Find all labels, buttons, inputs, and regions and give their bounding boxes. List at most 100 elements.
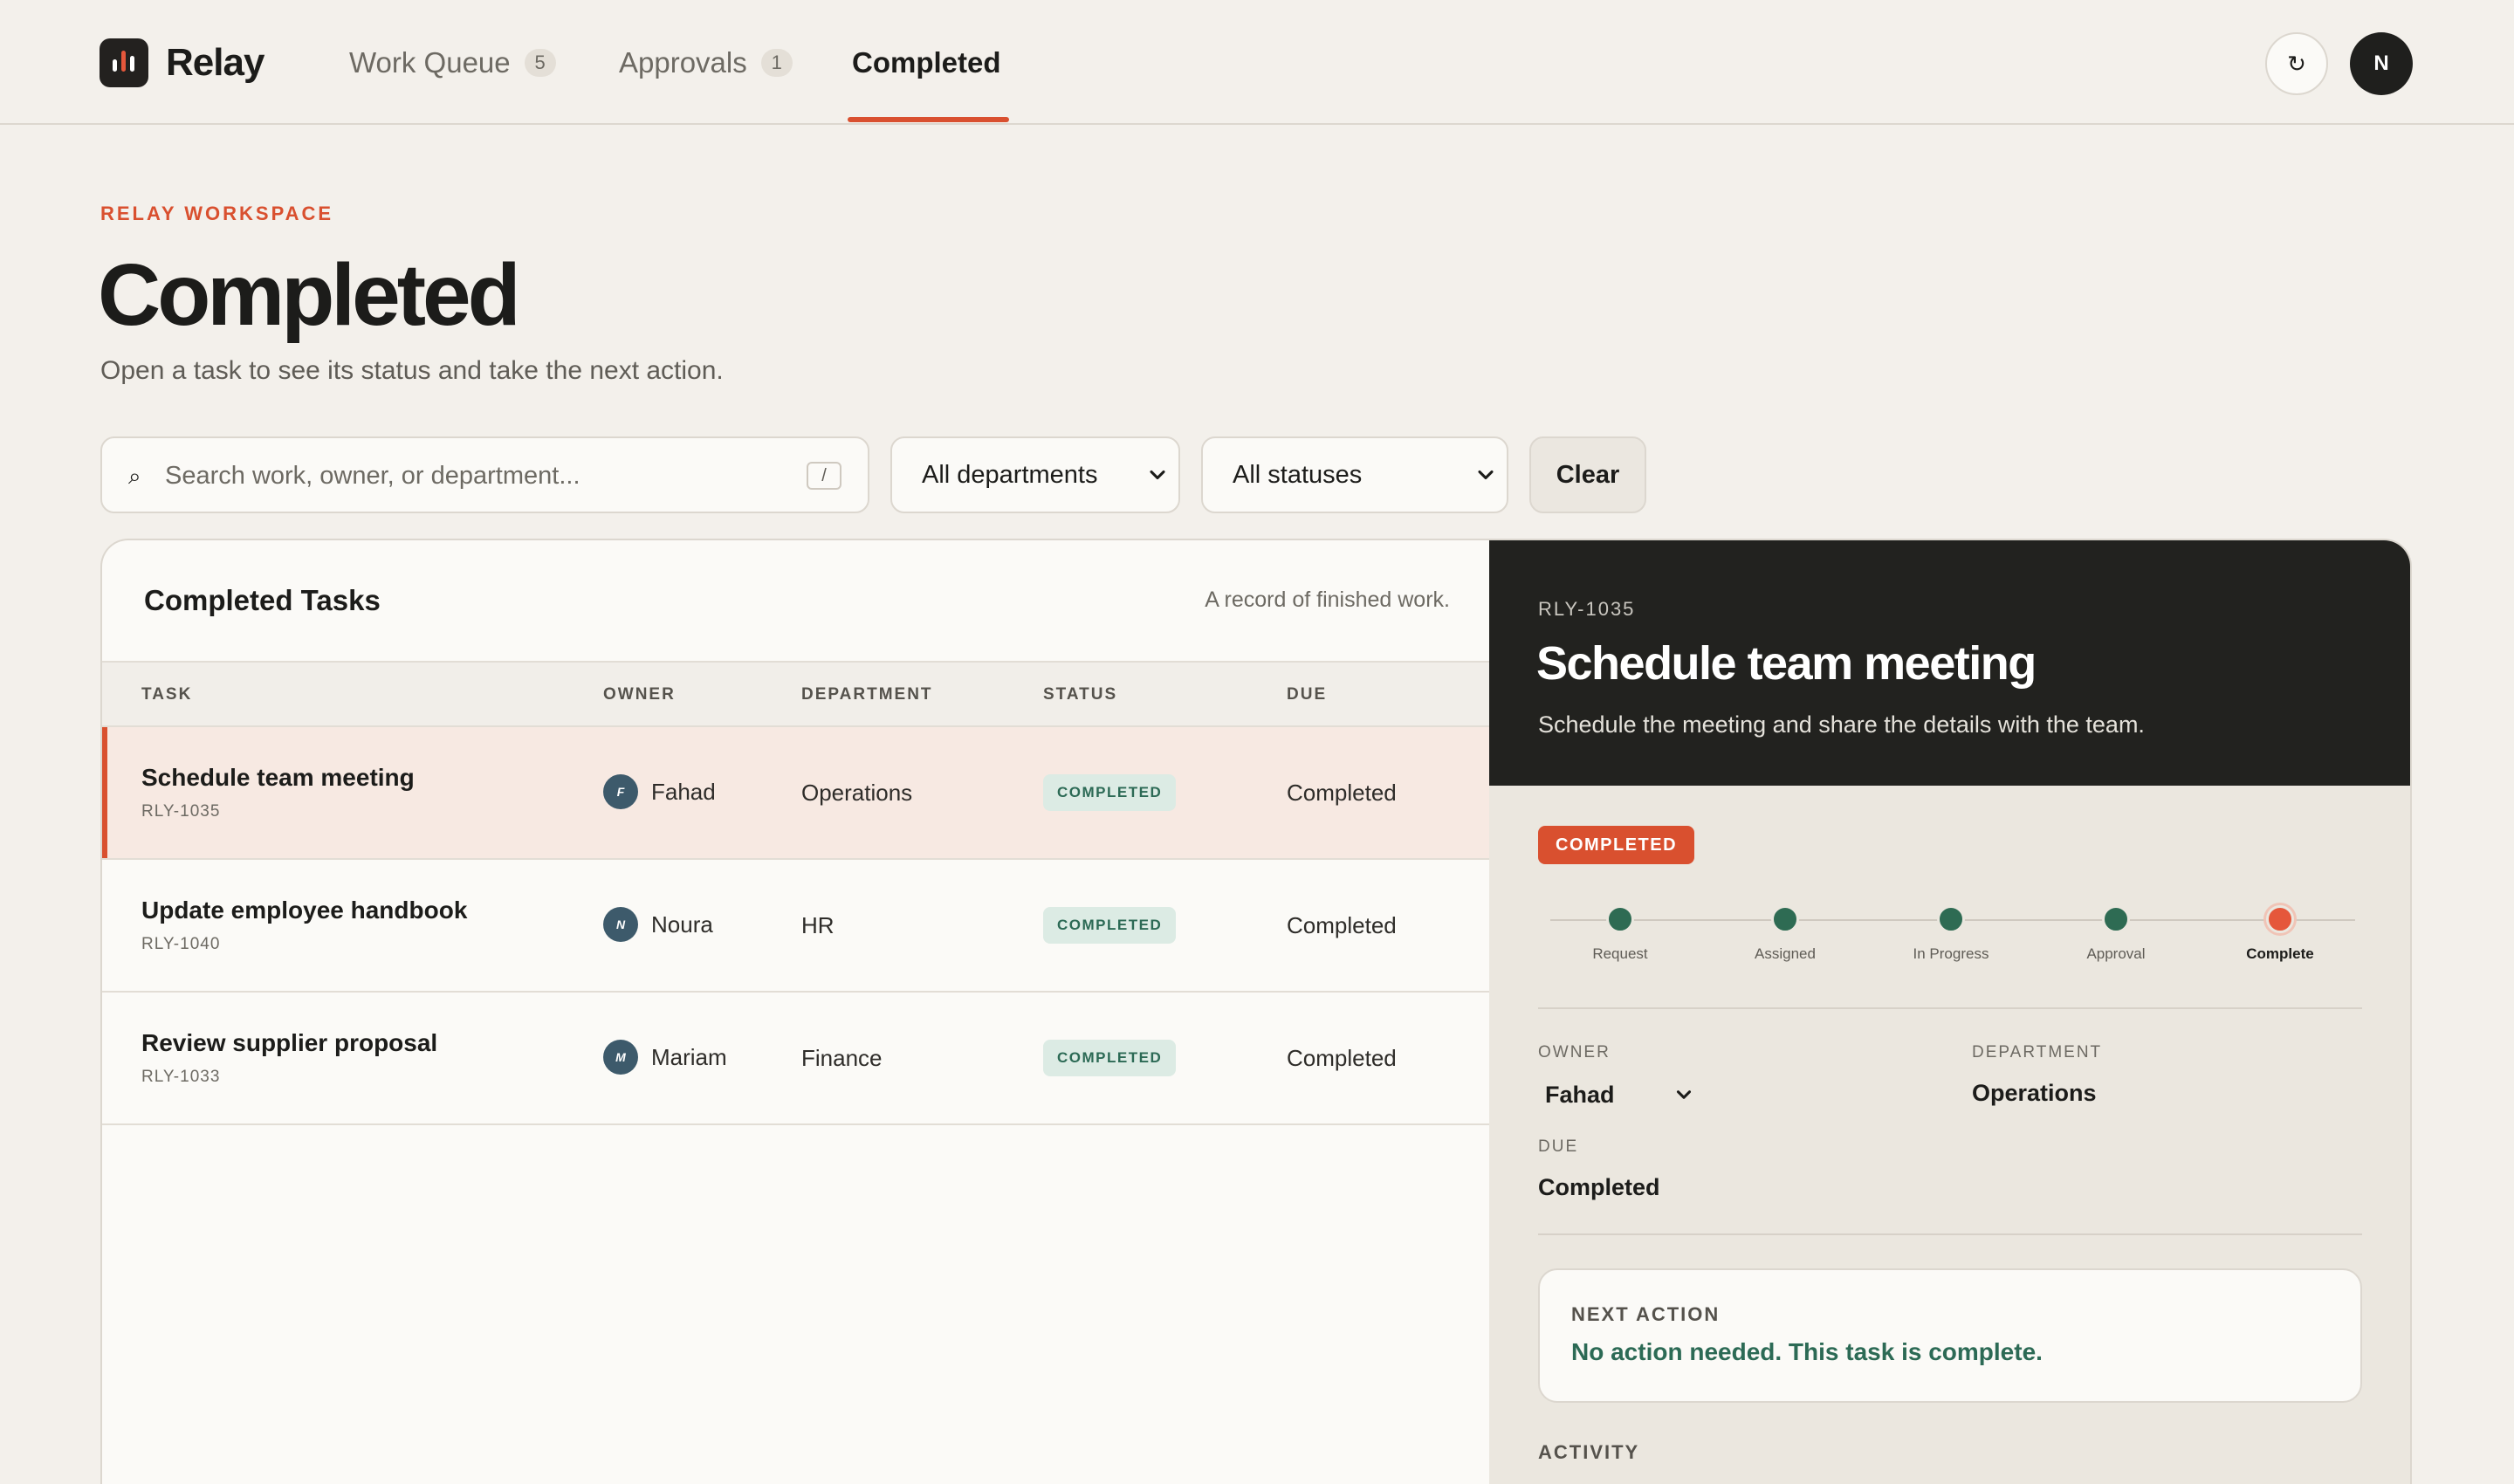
next-action-label: NEXT ACTION (1571, 1303, 1721, 1325)
chevron-down-icon (1150, 470, 1165, 480)
owner-cell: F Fahad (603, 774, 716, 809)
tab-label: Completed (852, 45, 1001, 79)
department-filter-select[interactable]: All departments (890, 436, 1180, 513)
due-label: DUE (1538, 1137, 1579, 1156)
progress-step-complete: Complete (2193, 905, 2367, 963)
task-name: Update employee handbook (141, 897, 468, 924)
top-nav: Relay Work Queue 5 Approvals 1 Completed… (0, 0, 2514, 125)
avatar: N (603, 907, 638, 942)
due-value: Completed (1538, 1174, 1660, 1200)
column-header-owner[interactable]: OWNER (603, 685, 676, 704)
step-label: Approval (2086, 945, 2146, 962)
progress-step-assigned: Assigned (1698, 905, 1872, 963)
avatar: M (603, 1040, 638, 1075)
detail-description: Schedule the meeting and share the detai… (1538, 711, 2145, 738)
tab-approvals[interactable]: Approvals 1 (619, 0, 793, 125)
search-icon: ⌕ (128, 463, 141, 489)
clear-filters-button[interactable]: Clear (1529, 436, 1646, 513)
table-header: TASK OWNER DEPARTMENT STATUS DUE (102, 661, 1490, 727)
task-name: Schedule team meeting (141, 764, 415, 791)
department-cell: HR (801, 912, 835, 938)
chevron-down-icon (1478, 470, 1494, 480)
next-action-card: NEXT ACTION No action needed. This task … (1538, 1268, 2362, 1403)
due-cell: Completed (1287, 1045, 1397, 1071)
task-id: RLY-1040 (141, 935, 221, 953)
step-current-dot-icon (2266, 905, 2294, 933)
column-header-status[interactable]: STATUS (1043, 685, 1117, 704)
department-cell: Finance (801, 1045, 883, 1071)
detail-title: Schedule team meeting (1536, 637, 2037, 690)
status-badge: COMPLETED (1043, 907, 1177, 944)
search-bar[interactable]: ⌕ / (100, 436, 869, 513)
next-action-text: No action needed. This task is complete. (1571, 1338, 2043, 1365)
search-input[interactable] (165, 454, 776, 498)
table-row[interactable]: Review supplier proposal RLY-1033 M Mari… (102, 993, 1490, 1125)
status-badge: COMPLETED (1538, 826, 1695, 864)
workspace-eyebrow: RELAY WORKSPACE (100, 203, 334, 224)
due-cell: Completed (1287, 912, 1397, 938)
detail-task-id: RLY-1035 (1538, 598, 1636, 620)
page-subtitle: Open a task to see its status and take t… (100, 356, 724, 385)
table-row[interactable]: Schedule team meeting RLY-1035 F Fahad O… (102, 727, 1490, 860)
column-header-task[interactable]: TASK (141, 685, 192, 704)
task-name: Review supplier proposal (141, 1029, 438, 1056)
department-filter-value: All departments (922, 460, 1098, 489)
column-header-due[interactable]: DUE (1287, 685, 1327, 704)
active-tab-indicator (848, 117, 1009, 122)
status-filter-value: All statuses (1233, 460, 1363, 489)
step-label: Request (1592, 945, 1648, 962)
divider (1538, 1007, 2362, 1009)
step-label: In Progress (1913, 945, 1989, 962)
divider (1538, 1233, 2362, 1235)
table-row[interactable]: Update employee handbook RLY-1040 N Nour… (102, 860, 1490, 993)
tab-count-badge: 1 (760, 48, 793, 77)
step-complete-dot-icon (1937, 905, 1965, 933)
owner-select-value: Fahad (1545, 1081, 1615, 1108)
brand-name[interactable]: Relay (166, 38, 264, 87)
list-subtitle: A record of finished work. (1205, 587, 1450, 612)
column-header-department[interactable]: DEPARTMENT (801, 685, 933, 704)
completed-tasks-panel: Completed Tasks A record of finished wor… (100, 539, 1490, 1484)
relay-logo-icon[interactable] (100, 38, 148, 87)
user-avatar[interactable]: N (2350, 32, 2413, 95)
progress-step-request: Request (1533, 905, 1707, 963)
avatar: F (603, 774, 638, 809)
step-complete-dot-icon (1606, 905, 1634, 933)
owner-cell: M Mariam (603, 1040, 727, 1075)
refresh-button[interactable]: ↻ (2265, 32, 2328, 95)
page-title: Completed (98, 246, 521, 344)
owner-cell: N Noura (603, 907, 713, 942)
task-id: RLY-1035 (141, 802, 221, 821)
refresh-icon: ↻ (2287, 50, 2306, 77)
status-badge: COMPLETED (1043, 774, 1177, 811)
step-label: Assigned (1755, 945, 1816, 962)
step-label: Complete (2246, 945, 2314, 962)
status-badge: COMPLETED (1043, 1040, 1177, 1076)
tab-completed[interactable]: Completed (852, 0, 1001, 125)
chevron-down-icon (1676, 1090, 1692, 1099)
step-complete-dot-icon (1771, 905, 1799, 933)
list-title: Completed Tasks (144, 584, 381, 616)
task-id: RLY-1033 (141, 1068, 221, 1086)
owner-name: Fahad (651, 778, 716, 805)
owner-name: Mariam (651, 1043, 727, 1070)
keyboard-shortcut-hint: / (807, 462, 841, 490)
tab-work-queue[interactable]: Work Queue 5 (349, 0, 556, 125)
due-cell: Completed (1287, 780, 1397, 806)
tab-label: Work Queue (349, 45, 511, 79)
status-filter-select[interactable]: All statuses (1201, 436, 1508, 513)
department-cell: Operations (801, 780, 913, 806)
department-label: DEPARTMENT (1972, 1043, 2103, 1061)
task-detail-panel: RLY-1035 Schedule team meeting Schedule … (1489, 539, 2412, 1484)
step-complete-dot-icon (2102, 905, 2130, 933)
owner-name: Noura (651, 910, 713, 938)
progress-step-in-progress: In Progress (1864, 905, 2038, 963)
progress-step-approval: Approval (2029, 905, 2203, 963)
tab-count-badge: 5 (524, 48, 556, 77)
activity-heading: ACTIVITY (1538, 1441, 1640, 1463)
detail-header: RLY-1035 Schedule team meeting Schedule … (1489, 540, 2410, 786)
department-value: Operations (1972, 1080, 2097, 1106)
owner-select[interactable]: Fahad (1538, 1075, 1695, 1115)
owner-label: OWNER (1538, 1043, 1611, 1061)
tab-label: Approvals (619, 45, 747, 79)
